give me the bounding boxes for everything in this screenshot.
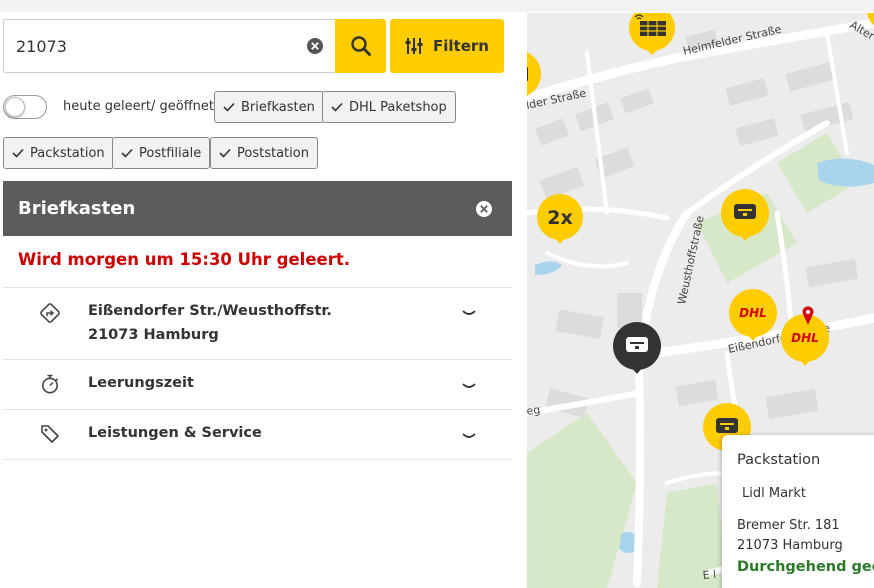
- popup-opening-status: Durchgehend geöffnet: [737, 559, 874, 575]
- address-row[interactable]: Eißendorfer Str./Weusthoffstr. 21073 Ham…: [3, 287, 512, 360]
- check-icon: [331, 102, 343, 112]
- section-row-leistungen[interactable]: Leistungen & Service: [3, 410, 512, 460]
- address-line1: Eißendorfer Str./Weusthoffstr.: [88, 303, 332, 319]
- chip-postfiliale[interactable]: Postfiliale: [112, 137, 211, 169]
- filter-button[interactable]: Filtern: [390, 19, 504, 73]
- stopwatch-icon: [42, 374, 59, 394]
- chip-poststation[interactable]: Poststation: [210, 137, 318, 169]
- check-icon: [121, 148, 133, 158]
- mailbox-icon: [734, 204, 756, 219]
- chip-label: Postfiliale: [139, 145, 202, 161]
- directions-icon: [40, 303, 60, 323]
- chip-label: Briefkasten: [241, 99, 315, 115]
- location-popup[interactable]: Packstation Lidl Markt Bremer Str. 181 2…: [722, 435, 874, 588]
- popup-address-street: Bremer Str. 181: [737, 518, 840, 533]
- panel-title: Briefkasten: [18, 198, 136, 219]
- dhl-logo: DHL: [791, 331, 819, 345]
- popup-title: Packstation: [737, 452, 821, 468]
- mailbox-icon: [716, 418, 738, 433]
- toggle-label: heute geleert/ geöffnet: [63, 99, 215, 114]
- street-label: eg: [527, 403, 541, 418]
- cluster-count: 2x: [547, 207, 572, 229]
- filter-button-label: Filtern: [433, 37, 489, 55]
- chip-label: Packstation: [30, 145, 105, 161]
- emptying-alert: Wird morgen um 15:30 Uhr geleert.: [18, 250, 351, 269]
- popup-address-city: 21073 Hamburg: [737, 538, 843, 553]
- check-icon: [12, 148, 24, 158]
- chip-packstation[interactable]: Packstation: [3, 137, 114, 169]
- search-input[interactable]: [16, 20, 296, 72]
- section-label: Leerungszeit: [88, 375, 194, 391]
- dhl-logo: DHL: [739, 306, 767, 320]
- close-icon[interactable]: [475, 200, 493, 218]
- map[interactable]: Heimfelder Straße Weusthoffstraße Eißend…: [527, 13, 874, 588]
- chip-dhl-paketshop[interactable]: DHL Paketshop: [322, 91, 456, 123]
- chip-label: DHL Paketshop: [349, 99, 447, 115]
- search-icon: [350, 36, 371, 56]
- tag-icon: [41, 425, 59, 443]
- chip-label: Poststation: [237, 145, 309, 161]
- chevron-down-icon: [462, 310, 476, 315]
- street-label: E l: [702, 568, 717, 582]
- panel-header: Briefkasten: [3, 181, 512, 236]
- chevron-down-icon: [462, 433, 476, 438]
- chip-briefkasten[interactable]: Briefkasten: [214, 91, 324, 123]
- chevron-down-icon: [462, 383, 476, 388]
- mailbox-icon: [626, 337, 648, 352]
- toggle-knob: [5, 97, 25, 117]
- sidebar: Filtern heute geleert/ geöffnet Briefkas…: [0, 12, 527, 588]
- opened-today-toggle[interactable]: [3, 95, 47, 119]
- section-label: Leistungen & Service: [88, 425, 262, 441]
- search-button[interactable]: [335, 19, 386, 73]
- sliders-icon: [405, 38, 423, 54]
- popup-location-name: Lidl Markt: [742, 486, 807, 501]
- check-icon: [223, 102, 235, 112]
- clear-icon[interactable]: [306, 37, 324, 55]
- check-icon: [219, 148, 231, 158]
- search-box: [3, 19, 336, 73]
- water: [817, 158, 874, 187]
- mailbox-icon: [527, 67, 528, 81]
- top-strip: [0, 0, 874, 12]
- address-line2: 21073 Hamburg: [88, 327, 219, 343]
- section-row-leerungszeit[interactable]: Leerungszeit: [3, 360, 512, 410]
